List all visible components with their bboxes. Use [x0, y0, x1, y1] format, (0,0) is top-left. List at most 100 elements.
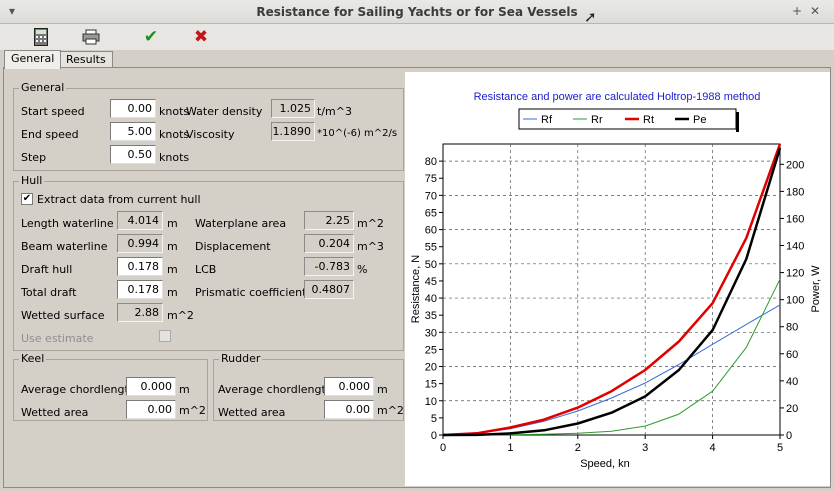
y-tick-label: 55	[425, 242, 437, 254]
x-tick-label: 1	[507, 442, 513, 454]
water-density-unit: t/m^3	[317, 105, 352, 118]
prismatic-coefficient-value: 0.4807	[304, 280, 354, 299]
tab-bar: General Results	[0, 50, 834, 69]
y-tick-label: 10	[425, 396, 437, 408]
y-tick-label: 45	[425, 276, 437, 288]
rudder-group-title: Rudder	[219, 352, 263, 365]
use-estimate-checkbox[interactable]	[159, 330, 171, 342]
start-speed-input[interactable]: 0.00	[110, 99, 156, 118]
y-tick-label: 75	[425, 173, 437, 185]
length-waterline-unit: m	[167, 217, 178, 230]
keel-chord-label: Average chordlength	[21, 383, 136, 396]
legend-rf-label: Rf	[541, 114, 553, 126]
use-estimate-label: Use estimate	[21, 332, 94, 345]
water-density-label: Water density	[186, 105, 263, 118]
end-speed-input[interactable]: 5.00	[110, 122, 156, 141]
legend-rr-label: Rr	[591, 114, 603, 126]
rudder-wetted-area-unit: m^2	[377, 404, 404, 417]
y-tick-label: 5	[431, 413, 437, 425]
step-unit: knots	[159, 151, 190, 164]
x-tick-label: 2	[575, 442, 581, 454]
rudder-chord-label: Average chordlength	[218, 383, 333, 396]
rudder-wetted-area-label: Wetted area	[218, 406, 286, 419]
legend-shadow	[736, 112, 739, 132]
printer-icon[interactable]	[77, 26, 105, 48]
keel-chord-input[interactable]: 0.000	[126, 377, 176, 396]
add-icon[interactable]: +	[792, 4, 802, 18]
extract-data-label: Extract data from current hull	[37, 193, 201, 206]
keel-wetted-area-unit: m^2	[179, 404, 206, 417]
tab-results[interactable]: Results	[59, 51, 113, 68]
total-draft-unit: m	[167, 286, 178, 299]
y-tick-label: 0	[431, 430, 437, 442]
title-bar: ▾ Resistance for Sailing Yachts or for S…	[0, 0, 834, 26]
legend-pe-label: Pe	[693, 114, 706, 126]
y2-tick-label: 160	[786, 213, 804, 225]
extract-data-checkbox[interactable]: ✔	[21, 193, 33, 205]
keel-wetted-area-input[interactable]: 0.00	[126, 400, 176, 419]
viscosity-unit: *10^(-6) m^2/s	[317, 128, 398, 139]
chart-title: Resistance and power are calculated Holt…	[474, 91, 761, 103]
displacement-unit: m^3	[357, 240, 384, 253]
displacement-value: 0.204	[304, 234, 354, 253]
waterplane-area-value: 2.25	[304, 211, 354, 230]
total-draft-label: Total draft	[21, 286, 77, 299]
wetted-surface-value: 2.88	[117, 303, 163, 322]
start-speed-unit: knots	[159, 105, 190, 118]
y-tick-label: 80	[425, 156, 437, 168]
length-waterline-label: Length waterline	[21, 217, 114, 230]
rudder-chord-input[interactable]: 0.000	[324, 377, 374, 396]
end-speed-label: End speed	[21, 128, 79, 141]
y2-tick-label: 60	[786, 349, 798, 361]
x-axis-label: Speed, kn	[580, 458, 630, 470]
keel-chord-unit: m	[179, 383, 190, 396]
y2-tick-label: 180	[786, 186, 804, 198]
lcb-value: -0.783	[304, 257, 354, 276]
start-speed-label: Start speed	[21, 105, 85, 118]
legend-rt-label: Rt	[643, 114, 654, 126]
draft-hull-unit: m	[167, 263, 178, 276]
displacement-label: Displacement	[195, 240, 271, 253]
calculator-icon[interactable]	[27, 26, 55, 48]
lcb-label: LCB	[195, 263, 217, 276]
beam-waterline-label: Beam waterline	[21, 240, 108, 253]
y-axis-label: Resistance, N	[410, 255, 422, 324]
checkmark-icon[interactable]: ✔	[137, 26, 165, 48]
window-title: Resistance for Sailing Yachts or for Sea…	[256, 5, 578, 19]
toolbar: ✔ ✖	[0, 24, 834, 50]
beam-waterline-value: 0.994	[117, 234, 163, 253]
resistance-chart: Resistance and power are calculated Holt…	[405, 72, 830, 486]
viscosity-value: 1.1890	[271, 122, 315, 141]
draft-hull-input[interactable]: 0.178	[117, 257, 163, 276]
close-icon[interactable]: ✕	[810, 4, 820, 18]
waterplane-area-label: Waterplane area	[195, 217, 287, 230]
y-tick-label: 60	[425, 225, 437, 237]
x-tick-label: 0	[440, 442, 446, 454]
chart-legend: Rf Rr Rt Pe	[518, 108, 739, 132]
hull-group-title: Hull	[19, 174, 45, 187]
cross-icon[interactable]: ✖	[187, 26, 215, 48]
rudder-chord-unit: m	[377, 383, 388, 396]
viscosity-label: Viscosity	[186, 128, 235, 141]
x-tick-label: 5	[777, 442, 783, 454]
y2-tick-label: 80	[786, 322, 798, 334]
y2-tick-label: 120	[786, 268, 804, 280]
beam-waterline-unit: m	[167, 240, 178, 253]
keel-group-title: Keel	[19, 352, 47, 365]
y2-tick-label: 40	[786, 376, 798, 388]
y-tick-label: 25	[425, 344, 437, 356]
tab-general[interactable]: General	[4, 50, 62, 69]
total-draft-input[interactable]: 0.178	[117, 280, 163, 299]
y-tick-label: 40	[425, 293, 437, 305]
rudder-wetted-area-input[interactable]: 0.00	[324, 400, 374, 419]
end-speed-unit: knots	[159, 128, 190, 141]
y-tick-label: 20	[425, 362, 437, 374]
y-tick-label: 15	[425, 379, 437, 391]
y-tick-label: 70	[425, 190, 437, 202]
keel-wetted-area-label: Wetted area	[21, 406, 89, 419]
y-tick-label: 30	[425, 327, 437, 339]
y2-tick-label: 200	[786, 159, 804, 171]
step-label: Step	[21, 151, 47, 164]
chart-svg: Resistance and power are calculated Holt…	[410, 91, 822, 470]
step-input[interactable]: 0.50	[110, 145, 156, 164]
